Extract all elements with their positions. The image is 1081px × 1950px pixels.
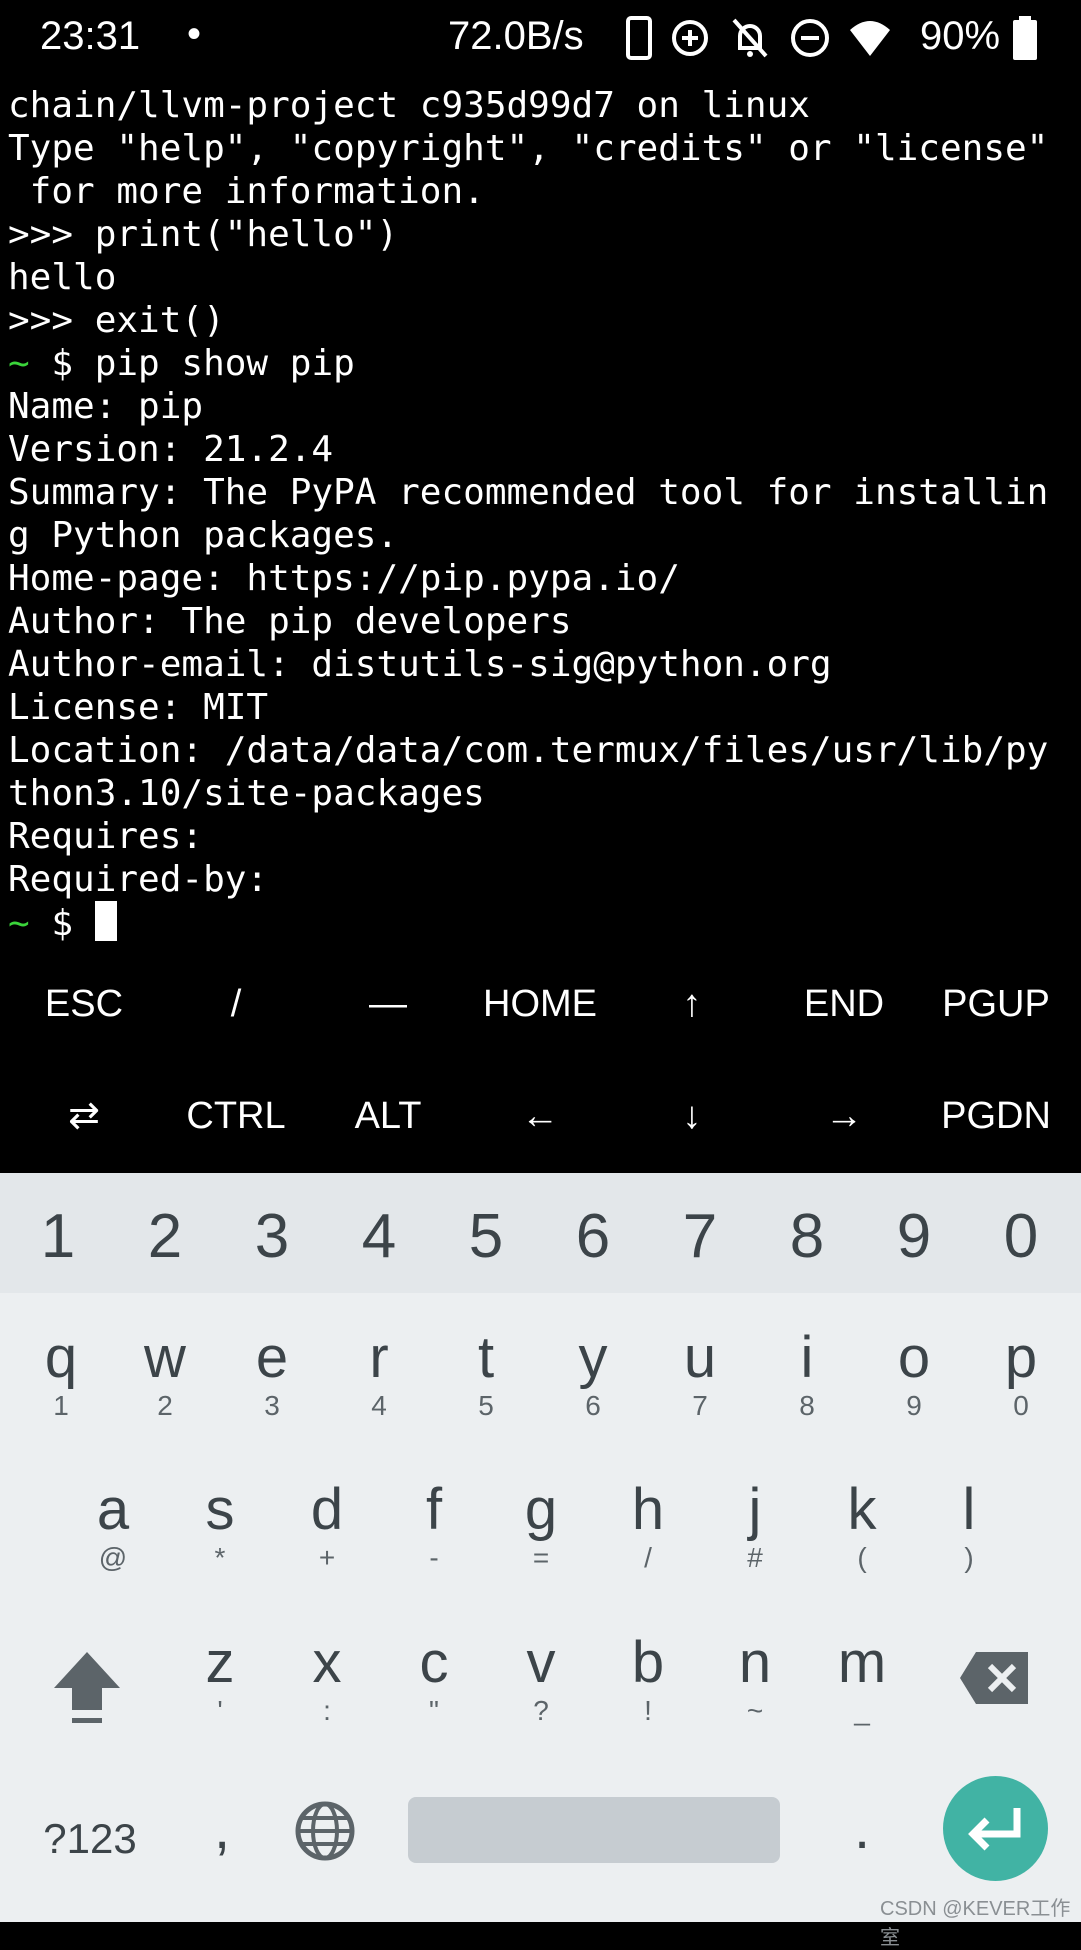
extra-key-slash[interactable]: / — [166, 964, 306, 1044]
key-a[interactable]: a @ — [73, 1477, 153, 1573]
bell-off-icon — [732, 18, 768, 58]
key-9[interactable]: 9 — [874, 1201, 954, 1272]
extra-key-ctrl[interactable]: CTRL — [166, 1076, 306, 1156]
terminal-line: Author-email: distutils-sig@python.org — [8, 644, 832, 685]
key-period[interactable]: . — [822, 1796, 902, 1862]
terminal-line: Summary: The PyPA recommended tool for i… — [8, 472, 1049, 513]
prompt-tilde: ~ — [8, 903, 30, 944]
battery-icon — [1013, 16, 1037, 60]
key-n[interactable]: n ~ — [715, 1630, 795, 1726]
key-3[interactable]: 3 — [232, 1201, 312, 1272]
key-e[interactable]: e3 — [232, 1325, 312, 1421]
terminal-line: chain/llvm-project c935d99d7 on linux — [8, 85, 810, 126]
extra-key-esc[interactable]: ESC — [14, 964, 154, 1044]
key-f[interactable]: f- — [394, 1477, 474, 1573]
watermark: CSDN @KEVER工作室 — [880, 1898, 1071, 1949]
terminal-output[interactable]: chain/llvm-project c935d99d7 on linux Ty… — [0, 78, 1081, 960]
terminal-line: hello — [8, 257, 117, 298]
key-5[interactable]: 5 — [446, 1201, 526, 1272]
key-l[interactable]: l) — [929, 1477, 1009, 1573]
key-0[interactable]: 0 — [981, 1201, 1061, 1272]
extra-key-pgdn[interactable]: PGDN — [926, 1076, 1066, 1156]
key-m[interactable]: m _ — [822, 1630, 902, 1726]
key-6[interactable]: 6 — [553, 1201, 633, 1272]
extra-key-end[interactable]: END — [774, 964, 914, 1044]
key-x[interactable]: x: — [287, 1630, 367, 1726]
key-o[interactable]: o9 — [874, 1325, 954, 1421]
terminal-line: Version: 21.2.4 — [8, 429, 334, 470]
key-z[interactable]: z ' — [180, 1630, 260, 1726]
dnd-icon — [791, 19, 829, 57]
terminal-line: thon3.10/site-packages — [8, 773, 485, 814]
key-s[interactable]: s * — [180, 1477, 260, 1573]
key-8[interactable]: 8 — [767, 1201, 847, 1272]
key-i[interactable]: i8 — [767, 1325, 847, 1421]
key-comma[interactable]: , — [182, 1796, 262, 1862]
extra-key-alt[interactable]: ALT — [318, 1076, 458, 1156]
key-q[interactable]: q1 — [21, 1325, 101, 1421]
key-1[interactable]: 1 — [18, 1201, 98, 1272]
key-c[interactable]: c " — [394, 1630, 474, 1726]
extra-key-down[interactable]: ↓ — [622, 1076, 762, 1156]
shift-icon[interactable] — [50, 1648, 124, 1728]
key-v[interactable]: v? — [501, 1630, 581, 1726]
battery-percent: 90% — [920, 14, 1001, 58]
terminal-line: g Python packages. — [8, 515, 399, 556]
data-saver-icon — [672, 20, 708, 56]
status-network-speed: 72.0B/s — [448, 14, 584, 58]
key-b[interactable]: b! — [608, 1630, 688, 1726]
key-p[interactable]: p0 — [981, 1325, 1061, 1421]
terminal-line: Location: /data/data/com.termux/files/us… — [8, 730, 1049, 771]
key-2[interactable]: 2 — [125, 1201, 205, 1272]
phone-icon — [626, 16, 652, 60]
key-w[interactable]: w2 — [125, 1325, 205, 1421]
terminal-line: Name: pip — [8, 386, 204, 427]
key-r[interactable]: r4 — [339, 1325, 419, 1421]
extra-key-dash[interactable]: — — [318, 964, 458, 1044]
extra-key-up[interactable]: ↑ — [622, 964, 762, 1044]
key-h[interactable]: h / — [608, 1477, 688, 1573]
enter-button[interactable] — [943, 1776, 1048, 1881]
terminal-line: Requires: — [8, 816, 204, 857]
key-g[interactable]: g = — [501, 1477, 581, 1573]
prompt-text: $ — [29, 903, 95, 944]
prompt-command: $ pip show pip — [29, 343, 355, 384]
terminal-line: License: MIT — [8, 687, 269, 728]
terminal-prompt-line: ~ $ — [8, 901, 117, 945]
backspace-icon[interactable] — [958, 1650, 1032, 1706]
terminal-line: >>> exit() — [8, 300, 225, 341]
prompt-tilde: ~ — [8, 343, 30, 384]
wifi-icon — [850, 21, 890, 56]
key-y[interactable]: y6 — [553, 1325, 633, 1421]
globe-icon[interactable] — [294, 1800, 356, 1862]
key-4[interactable]: 4 — [339, 1201, 419, 1272]
status-notification-dot: • — [187, 12, 202, 56]
symbols-key[interactable]: ?123 — [30, 1806, 150, 1872]
key-u[interactable]: u7 — [660, 1325, 740, 1421]
terminal-line: Type "help", "copyright", "credits" or "… — [8, 128, 1049, 169]
extra-key-home[interactable]: HOME — [470, 964, 610, 1044]
key-t[interactable]: t5 — [446, 1325, 526, 1421]
space-bar[interactable] — [408, 1797, 780, 1863]
key-k[interactable]: k( — [822, 1477, 902, 1573]
key-d[interactable]: d + — [287, 1477, 367, 1573]
terminal-line: Home-page: https://pip.pypa.io/ — [8, 558, 680, 599]
status-bar: 23:31 • 72.0B/s 90% — [0, 0, 1081, 78]
terminal-prompt-line: ~ $ pip show pip — [8, 342, 355, 385]
extra-key-pgup[interactable]: PGUP — [926, 964, 1066, 1044]
extra-key-tab[interactable]: ⇄ — [14, 1076, 154, 1156]
status-time: 23:31 — [40, 14, 141, 58]
terminal-line: >>> print("hello") — [8, 214, 399, 255]
extra-key-right[interactable]: → — [774, 1076, 914, 1156]
enter-icon — [968, 1808, 1021, 1851]
terminal-cursor — [94, 901, 117, 941]
terminal-line: for more information. — [8, 171, 485, 212]
terminal-line: Author: The pip developers — [8, 601, 572, 642]
key-7[interactable]: 7 — [660, 1201, 740, 1272]
extra-key-left[interactable]: ← — [470, 1076, 610, 1156]
terminal-line: Required-by: — [8, 859, 269, 900]
key-j[interactable]: j # — [715, 1477, 795, 1573]
